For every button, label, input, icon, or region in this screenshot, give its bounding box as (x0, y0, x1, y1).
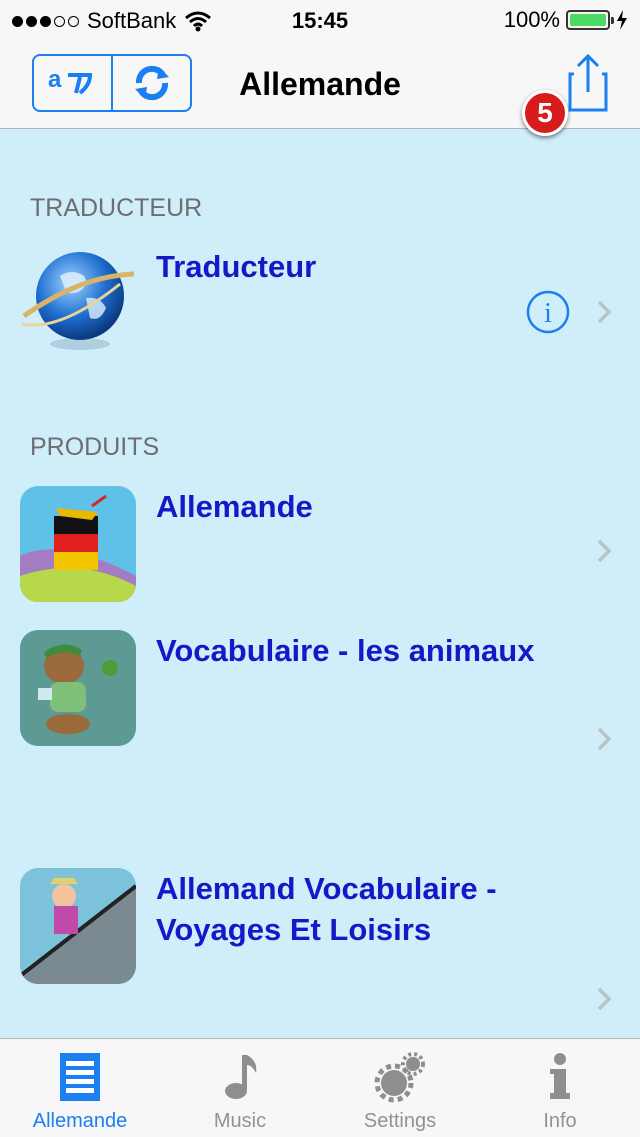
tab-label: Music (213, 1110, 267, 1132)
info-i-icon (550, 1053, 570, 1099)
product-voyages-loisirs-label: Allemand Vocabulaire - Voyages Et Loisir… (156, 868, 616, 950)
battery-percent: 100% (503, 7, 560, 32)
status-bar: SoftBank 15:45 100% (0, 0, 640, 40)
notification-badge: 5 (522, 90, 568, 136)
bear-app-icon (20, 630, 136, 746)
tab-settings[interactable]: Settings (320, 1039, 480, 1137)
charging-bolt-icon (617, 10, 627, 30)
info-icon[interactable]: i (526, 290, 570, 334)
product-vocabulaire-animaux-label: Vocabulaire - les animaux (156, 633, 535, 668)
music-note-icon (225, 1055, 257, 1099)
section-header-products: PRODUITS (30, 433, 160, 461)
navigation-bar: a Allemande 5 (0, 40, 640, 136)
gears-icon (374, 1052, 425, 1103)
tab-info[interactable]: Info (480, 1039, 640, 1137)
chevron-right-icon (597, 300, 612, 324)
allemande-app-icon (20, 486, 136, 602)
list-item-translator[interactable]: Traducteur i (0, 246, 640, 366)
tab-allemande[interactable]: Allemande (0, 1039, 160, 1137)
list-item-product-allemande[interactable]: Allemande (0, 486, 640, 602)
product-voyages-loisirs-line2: Voyages Et Loisirs (156, 912, 432, 947)
share-icon[interactable] (560, 52, 616, 114)
list-item-product-voyages-loisirs[interactable]: Allemand Vocabulaire - Voyages Et Loisir… (0, 868, 640, 1018)
tab-music[interactable]: Music (160, 1039, 320, 1137)
list-item-product-vocabulaire-animaux[interactable]: Vocabulaire - les animaux (0, 630, 640, 770)
chevron-right-icon (597, 539, 612, 563)
tab-label: Settings (363, 1110, 437, 1132)
tab-label: Allemande (32, 1110, 128, 1132)
battery-icon (566, 10, 614, 30)
product-voyages-loisirs-line1: Allemand Vocabulaire - (156, 871, 497, 906)
chevron-right-icon (597, 987, 612, 1011)
tourist-app-icon (20, 868, 136, 984)
chevron-right-icon (597, 727, 612, 751)
status-right: 100% (504, 7, 628, 33)
list-icon (60, 1053, 100, 1101)
globe-icon (21, 252, 135, 350)
svg-text:i: i (544, 298, 552, 329)
tab-bar: Allemande Music Settings Info (0, 1038, 640, 1137)
product-allemande-label: Allemande (156, 489, 313, 524)
tab-label: Info (543, 1110, 577, 1132)
translator-label: Traducteur (156, 249, 317, 284)
section-header-translator: TRADUCTEUR (30, 194, 203, 222)
